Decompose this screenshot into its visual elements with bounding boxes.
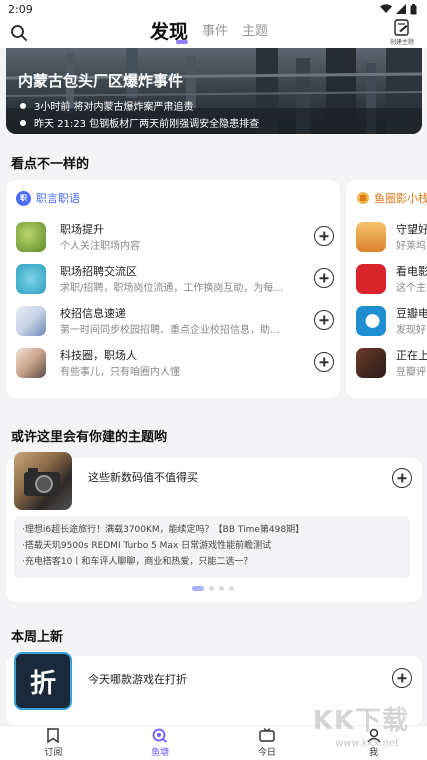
growth-icon xyxy=(16,222,46,252)
topic-title: 这些新数码值不值得买 xyxy=(88,471,198,484)
tab-events[interactable]: 事件 xyxy=(202,20,228,44)
status-time: 2:09 xyxy=(8,2,33,16)
hero-banner[interactable]: 内蒙古包头厂区爆炸事件 3小时前 将对内蒙古爆炸案严肃追责 昨天 21:23 包… xyxy=(6,48,422,134)
nav-pond[interactable]: 鱼塘 xyxy=(107,726,214,760)
topic-post[interactable]: ·理想i6超长途旅行！满载3700KM，能续定吗？【BB Time第498期】 xyxy=(22,522,402,538)
hero-news-text: 昨天 21:23 包钢板材厂两天前刚强调安全隐患排查 xyxy=(34,119,260,130)
list-item-title: 职场招聘交流区 xyxy=(60,265,137,278)
watermark-url: www.kkx.net xyxy=(335,738,399,749)
list-item[interactable]: 看电影 这个主 xyxy=(356,260,427,300)
list-item-subtitle: 第一时间同步校园招聘、重点企业校招信息，助… xyxy=(60,325,280,336)
nav-today[interactable]: 今日 xyxy=(214,726,321,760)
carousel-dots xyxy=(192,586,234,591)
carousel-dot xyxy=(219,586,224,591)
network-icon xyxy=(16,264,46,294)
tab-topics[interactable]: 主题 xyxy=(242,20,268,44)
tab-bar: 发现 事件 主题 xyxy=(150,20,268,44)
movie-thumb xyxy=(356,348,386,378)
signal-icon xyxy=(396,4,406,14)
list-item-subtitle: 个人关注职场内容 xyxy=(60,241,140,252)
follow-plus-icon[interactable] xyxy=(314,352,334,372)
follow-plus-icon[interactable] xyxy=(392,668,412,688)
list-item-title: 正在上 xyxy=(396,349,427,362)
bookmark-icon xyxy=(47,728,60,743)
hero-title: 内蒙古包头厂区爆炸事件 xyxy=(18,72,184,90)
film-icon xyxy=(357,192,369,204)
list-item[interactable]: 守望好 好莱坞 xyxy=(356,218,427,258)
campus-icon xyxy=(16,306,46,336)
discover-icon xyxy=(152,728,168,743)
list-item[interactable]: 职场提升 个人关注职场内容 xyxy=(16,218,334,258)
list-item-subtitle: 求职/招聘，职场岗位流通，工作换岗互助，为每… xyxy=(60,283,284,294)
top-nav: 发现 事件 主题 创建主题 xyxy=(0,18,427,48)
carousel-dot-active xyxy=(192,586,204,591)
status-bar: 2:09 xyxy=(0,0,427,18)
movie-thumb xyxy=(356,306,386,336)
section-title-new-week: 本周上新 xyxy=(11,630,64,645)
list-item-title: 豆瓣电 xyxy=(396,307,427,320)
discount-icon-text: 折 xyxy=(29,668,56,699)
new-topic-title: 今天哪款游戏在打折 xyxy=(88,673,187,686)
hero-news-line: 3小时前 将对内蒙古爆炸案严肃追责 xyxy=(20,98,194,113)
hero-news-line: 昨天 21:23 包钢板材厂两天前刚强调安全隐患排查 xyxy=(20,115,259,130)
nav-label: 今日 xyxy=(257,748,276,758)
edit-icon xyxy=(394,19,409,36)
list-item-subtitle: 有些事儿，只有咱圈内人懂 xyxy=(60,367,180,378)
people-icon xyxy=(16,348,46,378)
follow-plus-icon[interactable] xyxy=(314,226,334,246)
topic-suggestion-card[interactable]: 这些新数码值不值得买 ·理想i6超长途旅行！满载3700KM，能续定吗？【BB … xyxy=(6,452,422,602)
topic-post[interactable]: ·搭载天玑9500s REDMI Turbo 5 Max 日常游戏性能前瞻测试 xyxy=(22,538,402,554)
bullet-icon xyxy=(20,102,26,109)
follow-plus-icon[interactable] xyxy=(314,310,334,330)
hero-news-text: 3小时前 将对内蒙古爆炸案严肃追责 xyxy=(34,102,194,113)
list-item-subtitle: 发现好 xyxy=(396,325,426,336)
list-item-title: 看电影 xyxy=(396,265,427,278)
topic-card-fish[interactable]: 鱼圈影小栈 守望好 好莱坞 看电影 这个主 豆瓣电 发现好 正在上 豆瓣评 xyxy=(346,180,427,398)
list-item[interactable]: 科技圈，职场人 有些事儿，只有咱圈内人懂 xyxy=(16,344,334,384)
list-item-subtitle: 这个主 xyxy=(396,283,426,294)
discount-game-icon: 折 xyxy=(14,652,72,710)
list-item-title: 职场提升 xyxy=(60,223,104,236)
movie-thumb xyxy=(356,264,386,294)
card-header[interactable]: 职 职言职语 xyxy=(16,190,80,206)
topic-post-list: ·理想i6超长途旅行！满载3700KM，能续定吗？【BB Time第498期】 … xyxy=(14,516,410,578)
career-badge-icon: 职 xyxy=(16,190,31,206)
follow-plus-icon[interactable] xyxy=(392,468,412,488)
status-icons xyxy=(380,3,417,15)
list-item[interactable]: 校招信息速递 第一时间同步校园招聘、重点企业校招信息，助… xyxy=(16,302,334,342)
camera-image xyxy=(14,452,72,510)
camera-icon xyxy=(24,468,60,496)
nav-label: 鱼塘 xyxy=(151,748,170,758)
list-item-title: 守望好 xyxy=(396,223,427,236)
bullet-icon xyxy=(20,119,26,126)
tab-discover[interactable]: 发现 xyxy=(150,20,189,44)
carousel-dot xyxy=(229,586,234,591)
topic-card-career[interactable]: 职 职言职语 职场提升 个人关注职场内容 职场招聘交流区 求职/招聘，职场岗位流… xyxy=(6,180,340,398)
list-item-subtitle: 好莱坞 xyxy=(396,241,426,252)
topic-post[interactable]: ·充电搭客10丨和车评人聊聊，商业和热爱，只能二选一？ xyxy=(22,554,402,570)
list-item-title: 校招信息速递 xyxy=(60,307,126,320)
list-item[interactable]: 职场招聘交流区 求职/招聘，职场岗位流通，工作换岗互助，为每… xyxy=(16,260,334,300)
card-header[interactable]: 鱼圈影小栈 xyxy=(356,190,427,206)
list-item-title: 科技圈，职场人 xyxy=(60,349,137,362)
search-icon[interactable] xyxy=(10,24,28,42)
wifi-icon xyxy=(380,4,392,13)
create-topic-label: 创建主题 xyxy=(389,39,414,46)
list-item[interactable]: 豆瓣电 发现好 xyxy=(356,302,427,342)
card-header-label: 鱼圈影小栈 xyxy=(374,192,427,205)
follow-plus-icon[interactable] xyxy=(314,268,334,288)
section-title-build-topic: 或许这里会有你建的主题哟 xyxy=(11,430,168,445)
list-item-subtitle: 豆瓣评 xyxy=(396,367,426,378)
section-title-different: 看点不一样的 xyxy=(11,157,90,172)
battery-icon xyxy=(410,3,417,14)
carousel-dot xyxy=(209,586,214,591)
list-item[interactable]: 正在上 豆瓣评 xyxy=(356,344,427,384)
tv-icon xyxy=(259,728,275,742)
nav-label: 订阅 xyxy=(44,748,63,758)
nav-subscribe[interactable]: 订阅 xyxy=(0,726,107,760)
movie-thumb xyxy=(356,222,386,252)
create-topic-button[interactable]: 创建主题 xyxy=(387,19,417,47)
watermark: KK下载 xyxy=(312,706,409,736)
card-header-label: 职言职语 xyxy=(36,192,80,205)
